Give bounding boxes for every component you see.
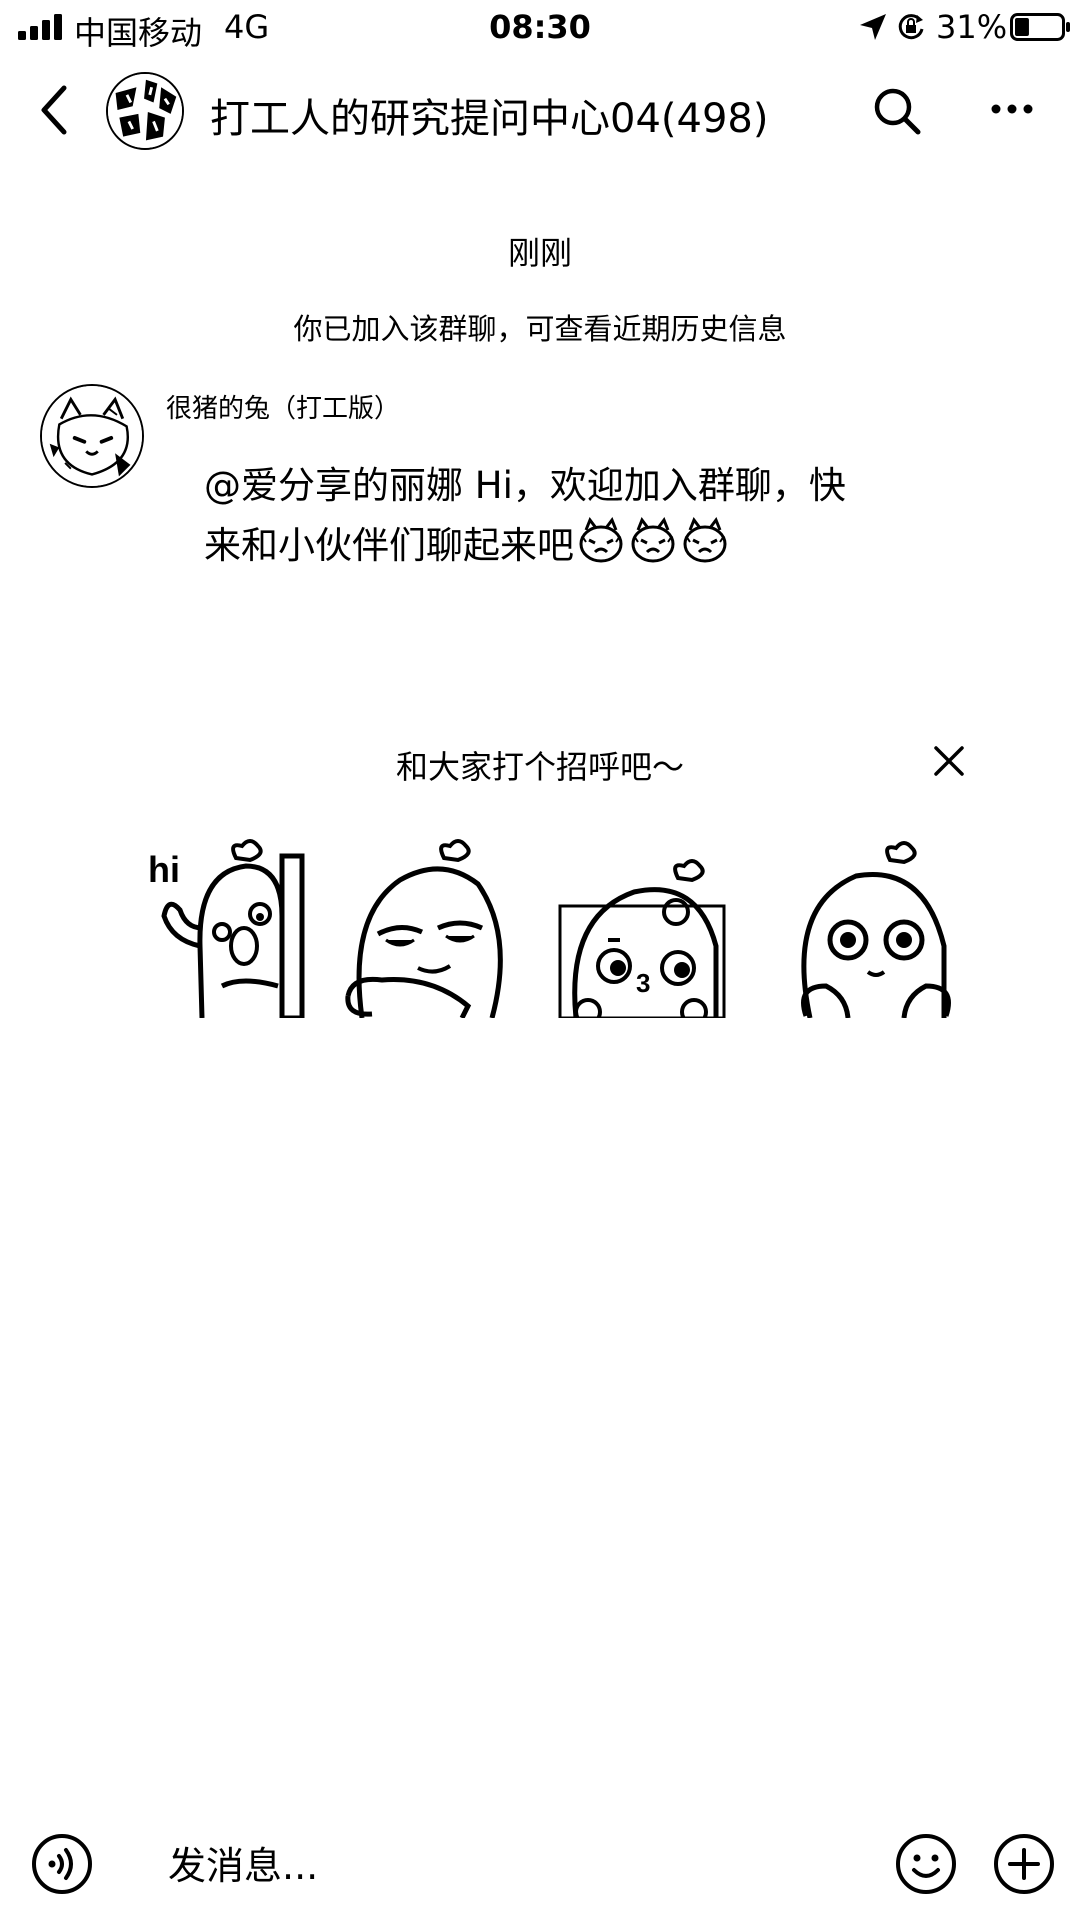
- cat-face-emoji-icon: [680, 516, 730, 566]
- location-icon: [860, 14, 886, 40]
- chat-title: 打工人的研究提问中心04(498): [210, 96, 769, 142]
- time-separator: 刚刚: [507, 234, 572, 272]
- sticker-smirk[interactable]: [342, 836, 522, 1018]
- battery-icon: [1010, 13, 1070, 41]
- cat-face-emoji-icon: [576, 516, 626, 566]
- chat-header: 打工人的研究提问中心04(498): [0, 62, 1080, 158]
- emoji-icon[interactable]: [894, 1832, 958, 1896]
- sender-avatar[interactable]: [40, 384, 144, 488]
- more-icon[interactable]: [990, 102, 1034, 116]
- system-notice: 你已加入该群聊，可查看近期历史信息: [293, 312, 787, 346]
- message-input[interactable]: [168, 1836, 868, 1896]
- message-emojis: [574, 516, 730, 567]
- svg-text:3: 3: [636, 968, 650, 998]
- plus-icon[interactable]: [992, 1832, 1056, 1896]
- group-avatar[interactable]: [106, 72, 184, 150]
- rotation-lock-icon: [898, 14, 924, 40]
- sticker-kiss[interactable]: 3: [552, 836, 732, 1018]
- status-bar: 中国移动 4G 08:30 31%: [0, 0, 1080, 54]
- message-text: @爱分享的丽娜 Hi，欢迎加入群聊，快来和小伙伴们聊起来吧: [204, 464, 846, 567]
- input-bar: [0, 1820, 1080, 1920]
- search-icon[interactable]: [872, 86, 922, 136]
- cat-face-emoji-icon: [628, 516, 678, 566]
- voice-icon[interactable]: [30, 1832, 94, 1896]
- close-icon[interactable]: [932, 744, 966, 778]
- message-bubble[interactable]: @爱分享的丽娜 Hi，欢迎加入群聊，快来和小伙伴们聊起来吧: [204, 456, 864, 576]
- back-icon[interactable]: [36, 84, 72, 136]
- battery-percent: 31%: [936, 8, 1008, 46]
- sticker-hi[interactable]: hi: [142, 836, 322, 1018]
- greeting-title: 和大家打个招呼吧～: [395, 748, 684, 786]
- sender-name: 很猪的兔（打工版）: [166, 394, 401, 424]
- sticker-hi-caption: hi: [148, 849, 180, 890]
- sticker-sparkle-eyes[interactable]: [786, 836, 966, 1018]
